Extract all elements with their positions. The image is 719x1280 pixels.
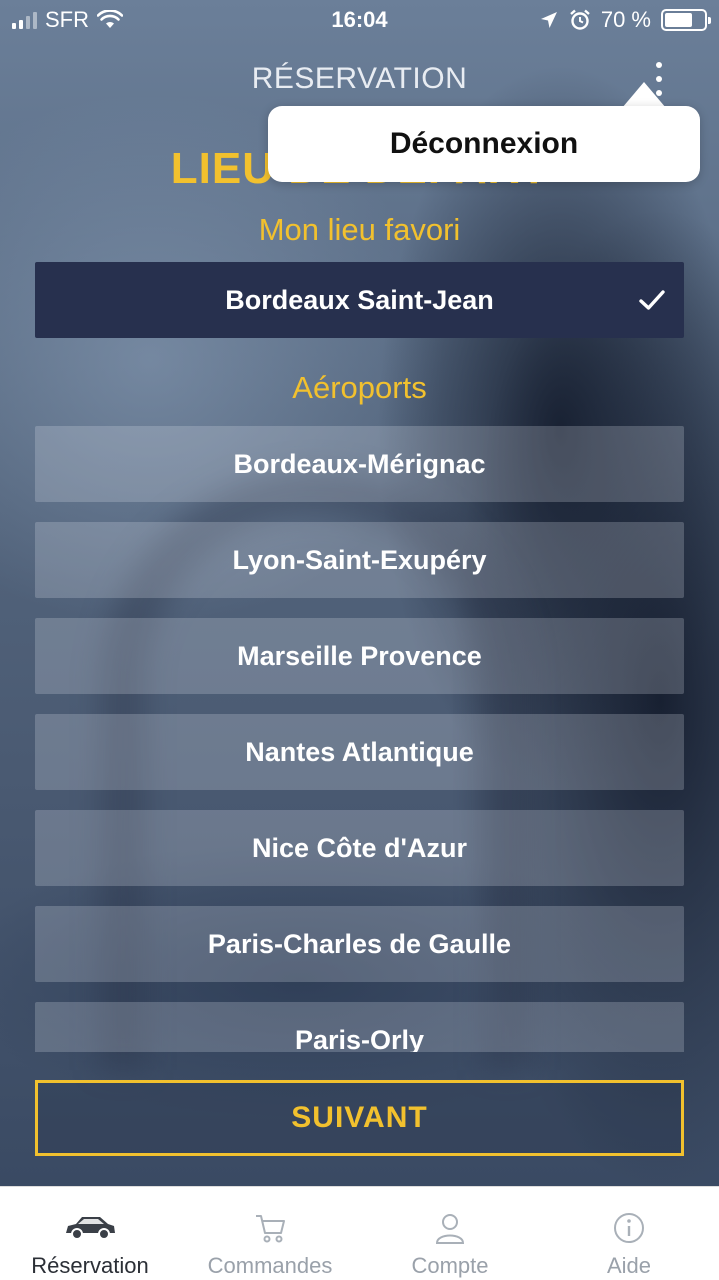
cart-icon bbox=[256, 1215, 285, 1243]
tab-compte-label: Compte bbox=[411, 1253, 489, 1278]
list-item[interactable]: Marseille Provence bbox=[35, 618, 684, 694]
info-icon bbox=[614, 1213, 644, 1243]
list-item-label: Bordeaux-Mérignac bbox=[233, 448, 486, 479]
favorite-heading: Mon lieu favori bbox=[258, 212, 461, 247]
list-item-label: Paris-Charles de Gaulle bbox=[207, 928, 512, 959]
car-icon bbox=[66, 1217, 115, 1240]
list-item-label: Lyon-Saint-Exupéry bbox=[232, 544, 487, 575]
battery-percent: 70 % bbox=[600, 7, 651, 32]
page-title: RÉSERVATION bbox=[251, 62, 468, 95]
list-item[interactable]: Lyon-Saint-Exupéry bbox=[35, 522, 684, 598]
airport-list[interactable]: Bordeaux-Mérignac Lyon-Saint-Exupéry Mar… bbox=[0, 420, 719, 1052]
tab-bar: Réservation Commandes Compte Aide bbox=[0, 1186, 719, 1280]
airports-heading: Aéroports bbox=[292, 370, 427, 405]
list-item-label: Paris-Orly bbox=[294, 1024, 425, 1053]
tab-aide[interactable]: Aide bbox=[539, 1187, 719, 1280]
logout-label: Déconnexion bbox=[389, 127, 579, 160]
tab-commandes[interactable]: Commandes bbox=[180, 1187, 360, 1280]
logout-menu-item[interactable]: Déconnexion bbox=[268, 106, 700, 182]
list-item-label: Nice Côte d'Azur bbox=[252, 832, 467, 863]
favorite-location-label: Bordeaux Saint-Jean bbox=[225, 284, 494, 315]
tab-reservation-label: Réservation bbox=[31, 1253, 149, 1278]
list-item[interactable]: Bordeaux-Mérignac bbox=[35, 426, 684, 502]
list-item[interactable]: Nantes Atlantique bbox=[35, 714, 684, 790]
list-item[interactable]: Paris-Orly bbox=[35, 1002, 684, 1052]
battery-icon bbox=[661, 9, 711, 31]
list-item[interactable]: Paris-Charles de Gaulle bbox=[35, 906, 684, 982]
tab-aide-label: Aide bbox=[606, 1253, 652, 1278]
list-item-label: Marseille Provence bbox=[237, 640, 482, 671]
next-button[interactable]: SUIVANT bbox=[35, 1080, 684, 1156]
alarm-icon bbox=[570, 9, 590, 30]
list-item[interactable]: Nice Côte d'Azur bbox=[35, 810, 684, 886]
favorite-location-item[interactable]: Bordeaux Saint-Jean bbox=[35, 262, 684, 338]
popup-arrow bbox=[622, 82, 666, 108]
next-button-label: SUIVANT bbox=[291, 1101, 428, 1134]
user-icon bbox=[435, 1214, 465, 1244]
tab-reservation[interactable]: Réservation bbox=[0, 1187, 180, 1280]
status-bar: SFR 16:04 70 % bbox=[0, 0, 719, 40]
list-item-label: Nantes Atlantique bbox=[245, 736, 474, 767]
tab-commandes-label: Commandes bbox=[207, 1253, 333, 1278]
checkmark-icon bbox=[639, 290, 665, 310]
tab-compte[interactable]: Compte bbox=[360, 1187, 540, 1280]
location-arrow-icon bbox=[540, 12, 557, 28]
